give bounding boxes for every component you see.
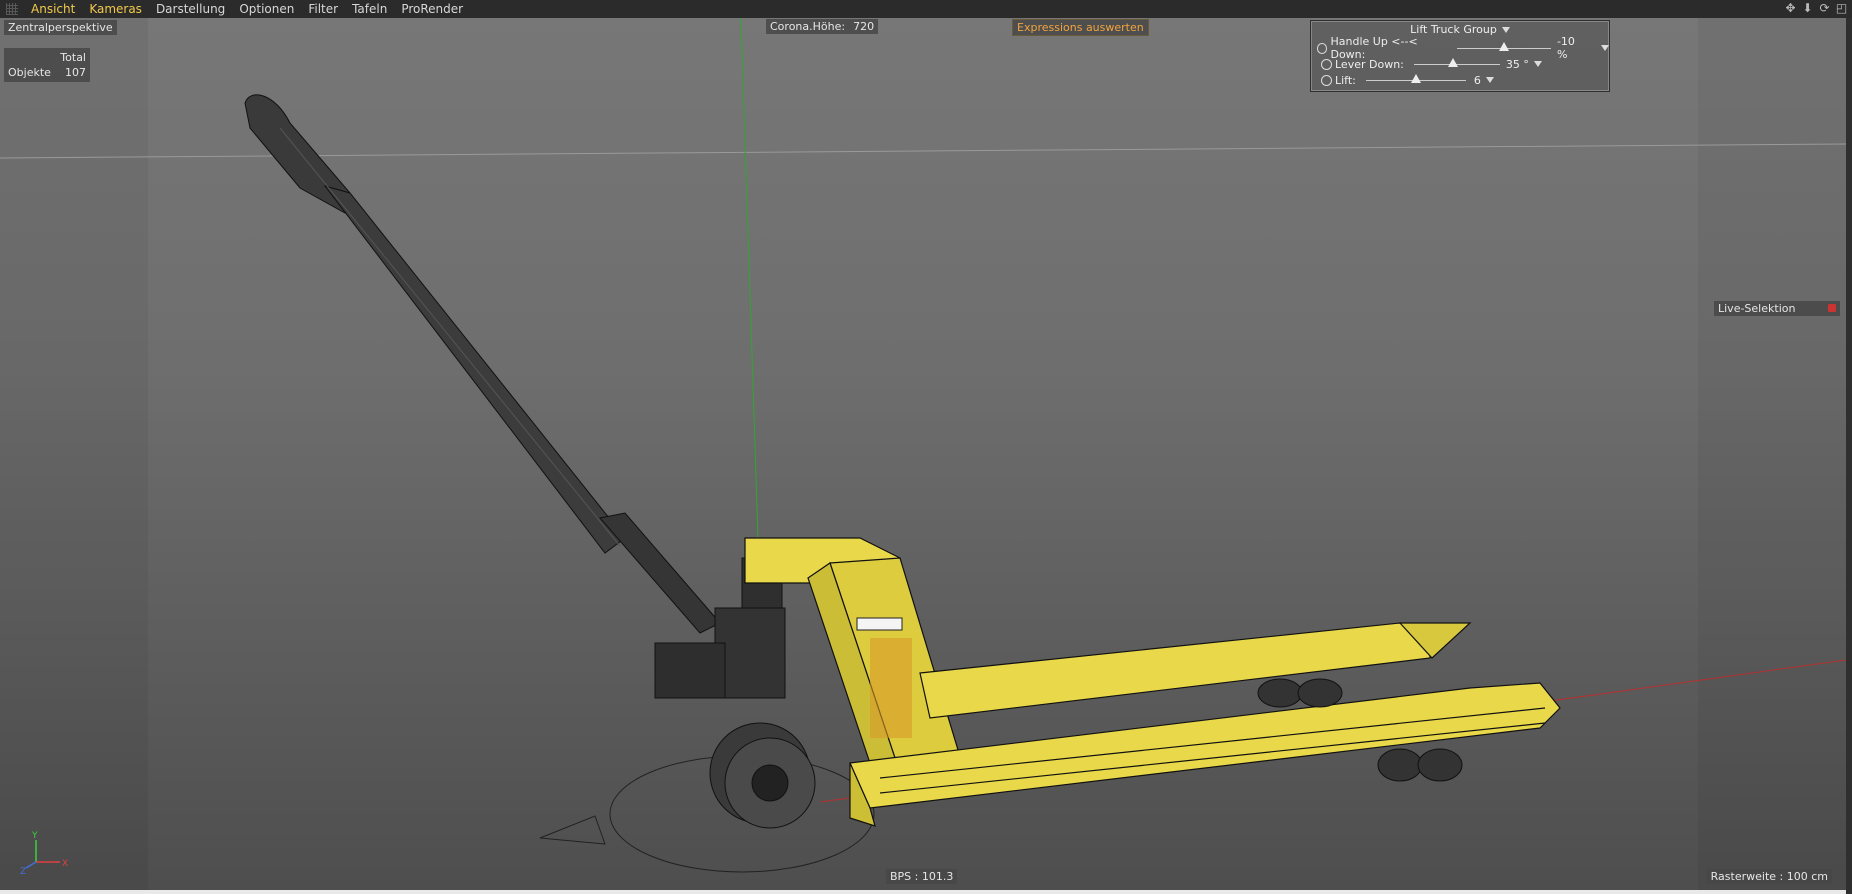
lever-control[interactable]: Lever Down: 35 ° xyxy=(1321,56,1542,72)
lift-truck-control-panel: Lift Truck Group Handle Up <--< Down: -1… xyxy=(1310,20,1610,92)
expressions-button[interactable]: Expressions auswerten xyxy=(1012,19,1149,36)
stats-value: 107 xyxy=(65,66,86,79)
radio-icon[interactable] xyxy=(1321,58,1332,70)
menu-prorender[interactable]: ProRender xyxy=(394,0,470,18)
lift-slider[interactable] xyxy=(1365,73,1466,83)
live-selection-label: Live-Selektion xyxy=(1718,302,1796,315)
stats-header: Total xyxy=(60,51,86,64)
y-axis-line xyxy=(740,18,759,539)
axis-gizmo-icon: Y X Z xyxy=(20,831,68,876)
grid-spacing-readout: Rasterweite : 100 cm xyxy=(1706,869,1832,884)
menu-bar: Ansicht Kameras Darstellung Optionen Fil… xyxy=(0,0,1852,18)
menu-optionen[interactable]: Optionen xyxy=(232,0,301,18)
axis-z-label: Z xyxy=(20,867,26,876)
fps-readout: BPS : 101.3 xyxy=(886,869,958,884)
axis-x-label: X xyxy=(62,859,68,869)
label-texture xyxy=(870,638,912,738)
stats-label: Objekte xyxy=(8,66,51,79)
yellow-frame xyxy=(744,537,1561,827)
steering-wheels xyxy=(709,722,816,829)
warning-label xyxy=(856,617,903,631)
slider-thumb[interactable] xyxy=(1498,41,1509,51)
lift-label: Lift: xyxy=(1335,73,1356,87)
ground-arrow xyxy=(539,815,606,845)
axis-y-label: Y xyxy=(31,831,38,841)
lift-value: 6 xyxy=(1473,73,1481,87)
dropdown-arrow-icon[interactable] xyxy=(1501,27,1510,33)
dropdown-arrow-icon[interactable] xyxy=(1485,77,1494,83)
menu-kameras[interactable]: Kameras xyxy=(82,0,149,18)
menu-tafeln[interactable]: Tafeln xyxy=(345,0,394,18)
handle-value: -10 % xyxy=(1556,35,1575,61)
lever-label: Lever Down: xyxy=(1335,57,1404,71)
menu-ansicht[interactable]: Ansicht xyxy=(24,0,82,18)
grip-icon[interactable] xyxy=(6,3,18,15)
down-arrow-icon[interactable]: ⬇ xyxy=(1801,1,1814,15)
close-icon[interactable] xyxy=(1828,304,1836,312)
slider-thumb[interactable] xyxy=(1447,57,1458,67)
handle-control[interactable]: Handle Up <--< Down: -10 % xyxy=(1317,35,1609,61)
menu-filter[interactable]: Filter xyxy=(301,0,345,18)
dropdown-arrow-icon[interactable] xyxy=(1601,45,1609,51)
radio-icon[interactable] xyxy=(1317,42,1328,54)
live-selection-hud[interactable]: Live-Selektion xyxy=(1714,301,1840,316)
lever-value: 35 ° xyxy=(1505,57,1529,71)
radio-icon[interactable] xyxy=(1321,74,1332,86)
rotate-icon[interactable]: ⟳ xyxy=(1818,1,1831,15)
handle-slider[interactable] xyxy=(1456,41,1551,51)
handle xyxy=(244,94,721,634)
3d-viewport[interactable]: Zentralperspektive Total Objekte 107 Coro… xyxy=(0,18,1846,892)
camera-label[interactable]: Zentralperspektive xyxy=(4,20,117,35)
lever-slider[interactable] xyxy=(1413,57,1500,67)
move-icon[interactable]: ✥ xyxy=(1784,1,1797,15)
pallet-truck-model[interactable] xyxy=(0,18,1846,890)
menu-darstellung[interactable]: Darstellung xyxy=(149,0,232,18)
corona-label: Corona.Höhe: xyxy=(770,20,846,33)
slider-thumb[interactable] xyxy=(1410,73,1421,83)
viewport-nav-icons: ✥ ⬇ ⟳ ◰ xyxy=(1784,1,1848,15)
corona-height-readout: Corona.Höhe: 720 xyxy=(766,19,879,34)
right-panel-edge xyxy=(1846,18,1852,894)
bottom-panel-edge xyxy=(0,890,1846,894)
dropdown-arrow-icon[interactable] xyxy=(1533,61,1542,67)
corona-value: 720 xyxy=(853,20,875,33)
maximize-icon[interactable]: ◰ xyxy=(1835,1,1848,15)
scene-stats: Total Objekte 107 xyxy=(4,48,90,82)
lift-control[interactable]: Lift: 6 xyxy=(1321,72,1494,88)
